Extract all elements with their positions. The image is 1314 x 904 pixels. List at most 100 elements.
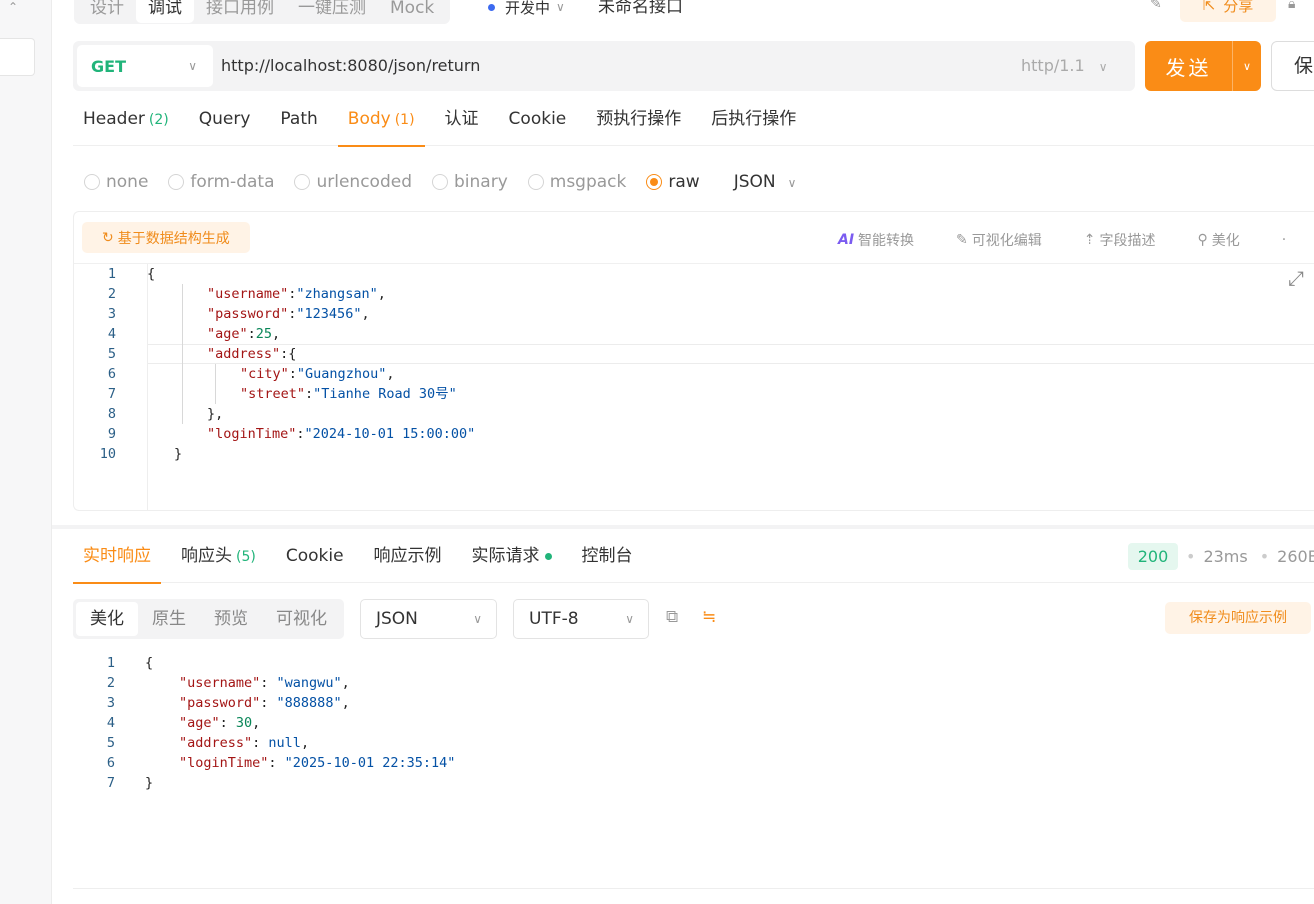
copy-icon[interactable]: ⧉ <box>666 607 678 627</box>
request-body-editor: ↻ 基于数据结构生成 AI 智能转换 ✎ 可视化编辑 ⇡ 字段描述 ⚲ 美化 · <box>73 211 1314 511</box>
bottom-divider <box>73 888 1314 889</box>
json-string: null <box>268 735 301 751</box>
tab-live-response[interactable]: 实时响应 <box>73 530 161 584</box>
body-type-msgpack[interactable]: msgpack <box>527 172 627 192</box>
field-desc-button[interactable]: ⇡ 字段描述 <box>1084 230 1156 250</box>
code-line: 2 "username":"zhangsan", <box>74 284 1314 304</box>
save-button[interactable]: 保 <box>1271 41 1314 91</box>
view-mode-visual[interactable]: 可视化 <box>262 602 341 636</box>
tab-cookie[interactable]: Cookie <box>276 530 354 583</box>
environment-select[interactable]: 开发中 ∨ <box>488 0 565 20</box>
response-time: 23ms <box>1203 547 1248 566</box>
tab-label: Cookie <box>285 546 344 566</box>
tab-response-example[interactable]: 响应示例 <box>364 530 452 583</box>
send-button[interactable]: 发送 ∨ <box>1145 41 1261 91</box>
lock-icon[interactable]: 🔒︎ <box>1288 0 1295 12</box>
view-mode-raw[interactable]: 原生 <box>138 602 200 636</box>
json-string: "888888" <box>276 695 342 711</box>
field-desc-label: 字段描述 <box>1099 233 1156 249</box>
tab-count-badge: (2) <box>148 112 169 128</box>
tab-header[interactable]: Header (2) <box>73 94 179 146</box>
sidebar-collapsed-panel[interactable] <box>0 38 35 76</box>
view-mode-preview[interactable]: 预览 <box>200 602 262 636</box>
generate-from-schema-button[interactable]: ↻ 基于数据结构生成 <box>82 222 250 253</box>
share-button[interactable]: ⇱ 分享 <box>1180 0 1276 22</box>
meta-separator: • <box>1259 547 1270 566</box>
body-type-label: msgpack <box>549 172 627 192</box>
response-code[interactable]: 1{2 "username": "wangwu", 3 "password": "88… <box>73 653 1314 793</box>
tab-load-test[interactable]: 一键压测 <box>286 0 378 23</box>
request-code[interactable]: 1{2 "username":"zhangsan", 3 "password":"12… <box>74 264 1314 464</box>
request-tabs: Header (2) Query Path Body (1) 认证 Cookie 预执行操作 后执… <box>73 94 1314 147</box>
tab-path[interactable]: Path <box>270 94 327 146</box>
line-number: 7 <box>107 386 116 402</box>
http-version-select[interactable]: http/1.1 ∨ <box>1021 41 1107 91</box>
visual-edit-button[interactable]: ✎ 可视化编辑 <box>956 230 1042 250</box>
body-type-label: binary <box>454 172 508 192</box>
api-name[interactable]: 未命名接口 <box>598 0 683 17</box>
view-mode-beautify[interactable]: 美化 <box>76 602 138 636</box>
tab-label: Header <box>83 109 145 129</box>
beautify-button[interactable]: ⚲ 美化 <box>1198 230 1240 250</box>
tab-design[interactable]: 设计 <box>78 0 136 23</box>
chevron-updown-icon[interactable]: ⌃ <box>8 0 18 14</box>
json-punct: , <box>341 675 350 691</box>
body-format-label: JSON <box>733 172 776 192</box>
tab-actual-request[interactable]: 实际请求 <box>462 530 562 583</box>
chevron-down-icon[interactable]: ∨ <box>1233 60 1261 73</box>
code-text: "address":{ <box>207 344 296 364</box>
tab-response-headers[interactable]: 响应头 (5) <box>171 530 266 583</box>
more-options-button[interactable]: · <box>1282 230 1286 250</box>
body-type-urlencoded[interactable]: urlencoded <box>294 172 412 192</box>
tab-label: 实时响应 <box>83 546 151 566</box>
wrap-lines-icon[interactable]: ≒ <box>702 607 716 627</box>
save-as-example-button[interactable]: 保存为响应示例 <box>1165 602 1311 634</box>
encoding-select[interactable]: UTF-8 ∨ <box>513 599 649 639</box>
code-text: "username":"zhangsan", <box>207 284 386 304</box>
tab-cookie[interactable]: Cookie <box>499 94 577 146</box>
tab-label: 预执行操作 <box>596 109 682 129</box>
upload-icon: ⇡ <box>1083 232 1096 248</box>
code-text: { <box>145 653 153 673</box>
body-format-select[interactable]: JSON ∨ <box>734 172 797 192</box>
tab-label: 认证 <box>444 109 479 129</box>
tab-mock[interactable]: Mock <box>378 0 446 23</box>
json-punct: }, <box>207 406 224 422</box>
line-number: 1 <box>107 266 116 282</box>
url-input[interactable]: http://localhost:8080/json/return <box>221 41 480 91</box>
response-format-select[interactable]: JSON ∨ <box>360 599 497 639</box>
chevron-down-icon: ∨ <box>556 0 565 14</box>
body-type-label: none <box>106 172 149 192</box>
tab-label: 后执行操作 <box>711 109 797 129</box>
json-punct: { <box>145 655 154 671</box>
chevron-down-icon: ∨ <box>473 612 482 626</box>
body-type-raw[interactable]: raw <box>646 172 700 192</box>
tab-query[interactable]: Query <box>189 94 261 146</box>
tab-预执行操作[interactable]: 预执行操作 <box>586 94 691 146</box>
tab-test-cases[interactable]: 接口用例 <box>194 0 286 23</box>
response-meta: • 23ms • 260B <box>1186 543 1314 570</box>
tab-认证[interactable]: 认证 <box>435 94 489 146</box>
json-punct: : <box>219 715 236 731</box>
code-text: "password": "888888", <box>179 693 350 713</box>
body-type-none[interactable]: none <box>84 172 148 192</box>
edit-note-icon[interactable]: ✎ <box>1150 0 1162 12</box>
tab-count-badge: (1) <box>394 112 415 128</box>
tab-后执行操作[interactable]: 后执行操作 <box>701 94 806 146</box>
json-key: "loginTime" <box>207 426 297 442</box>
radio-circle <box>84 174 100 190</box>
body-type-form-data[interactable]: form-data <box>168 172 274 192</box>
line-number: 5 <box>106 735 115 751</box>
tab-console[interactable]: 控制台 <box>572 530 643 583</box>
method-select[interactable]: GET ∨ <box>77 45 213 87</box>
tab-debug[interactable]: 调试 <box>136 0 194 23</box>
line-number: 1 <box>106 655 115 671</box>
chevron-down-icon: ∨ <box>188 59 197 73</box>
status-dot <box>544 552 552 560</box>
tab-body[interactable]: Body (1) <box>337 94 425 147</box>
tab-label: 实际请求 <box>471 546 540 566</box>
ai-convert-button[interactable]: AI 智能转换 <box>838 230 914 250</box>
beautify-label: 美化 <box>1211 233 1240 249</box>
line-number: 3 <box>107 306 116 322</box>
body-type-binary[interactable]: binary <box>432 172 508 192</box>
